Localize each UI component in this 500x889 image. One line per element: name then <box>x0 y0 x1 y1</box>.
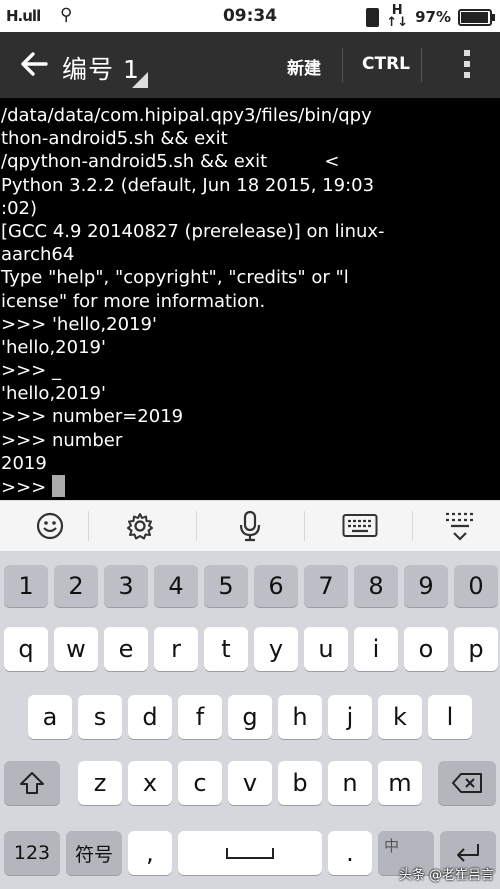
backspace-key[interactable] <box>438 761 496 805</box>
emoji-icon[interactable] <box>0 501 100 551</box>
key-0[interactable]: 0 <box>454 565 498 607</box>
key-8[interactable]: 8 <box>354 565 398 607</box>
key-9[interactable]: 9 <box>404 565 448 607</box>
key-h[interactable]: h <box>278 695 322 739</box>
period-key[interactable]: . <box>328 831 372 875</box>
status-right: H ↑↓ 97% <box>366 3 495 30</box>
terminal-line: Type "help", "copyright", "credits" or "… <box>1 267 349 289</box>
key-r[interactable]: r <box>154 627 198 671</box>
comma-key[interactable]: , <box>128 831 172 875</box>
terminal-line: :02) <box>1 197 37 219</box>
microphone-icon[interactable] <box>200 501 300 551</box>
key-z[interactable]: z <box>78 761 122 805</box>
symbols-key[interactable]: 符号 <box>66 831 122 875</box>
app-bar: 编号 1 新建 CTRL <box>0 32 500 98</box>
divider <box>421 48 422 82</box>
terminal-line: [GCC 4.9 20140827 (prerelease)] on linux… <box>1 220 385 242</box>
terminal-line: >>> number=2019 <box>1 406 184 428</box>
key-4[interactable]: 4 <box>154 565 198 607</box>
key-7[interactable]: 7 <box>304 565 348 607</box>
key-2[interactable]: 2 <box>54 565 98 607</box>
terminal-line: icense" for more information. <box>1 290 266 312</box>
key-5[interactable]: 5 <box>204 565 248 607</box>
key-g[interactable]: g <box>228 695 272 739</box>
prompt: >>> <box>1 477 47 498</box>
status-bar: H.ull ⚲ 09:34 H ↑↓ 97% <box>0 0 500 32</box>
key-y[interactable]: y <box>254 627 298 671</box>
terminal-line: 2019 <box>1 452 47 474</box>
soft-keyboard: 1234567890 qwertyuiop asdfghjkl zxcvbnm … <box>0 551 500 889</box>
key-c[interactable]: c <box>178 761 222 805</box>
terminal-line: 'hello,2019' <box>1 383 106 405</box>
key-x[interactable]: x <box>128 761 172 805</box>
key-f[interactable]: f <box>178 695 222 739</box>
battery-fill <box>461 11 489 23</box>
key-n[interactable]: n <box>328 761 372 805</box>
settings-gear-icon[interactable] <box>90 501 190 551</box>
terminal-line: /data/data/com.hipipal.qpy3/files/bin/qp… <box>1 105 372 126</box>
terminal-line: 'hello,2019' <box>1 336 106 358</box>
text-cursor <box>52 475 66 497</box>
key-q[interactable]: q <box>4 627 48 671</box>
terminal-prompt-line[interactable]: >>> <box>0 475 500 498</box>
keyboard-toolbar <box>0 500 500 551</box>
key-u[interactable]: u <box>304 627 348 671</box>
back-arrow-icon[interactable] <box>18 48 50 80</box>
terminal-output[interactable]: /data/data/com.hipipal.qpy3/files/bin/qp… <box>0 98 500 500</box>
key-i[interactable]: i <box>354 627 398 671</box>
key-o[interactable]: o <box>404 627 448 671</box>
key-123[interactable]: 123 <box>4 831 60 875</box>
keyboard-switch-icon[interactable] <box>310 501 410 551</box>
watermark: 头条 @老崔吕言 <box>398 868 494 883</box>
key-3[interactable]: 3 <box>104 565 148 607</box>
language-key-label: 中 <box>384 837 400 855</box>
key-a[interactable]: a <box>28 695 72 739</box>
key-p[interactable]: p <box>454 627 498 671</box>
space-key[interactable] <box>178 831 322 875</box>
key-t[interactable]: t <box>204 627 248 671</box>
key-e[interactable]: e <box>104 627 148 671</box>
terminal-line: >>> _ <box>1 360 61 382</box>
terminal-line: >>> 'hello,2019' <box>1 313 157 335</box>
session-title[interactable]: 编号 1 <box>62 50 140 86</box>
hide-keyboard-icon[interactable] <box>410 501 500 551</box>
terminal-line: thon-android5.sh && exit <box>1 128 228 150</box>
key-l[interactable]: l <box>428 695 472 739</box>
key-w[interactable]: w <box>54 627 98 671</box>
key-6[interactable]: 6 <box>254 565 298 607</box>
key-m[interactable]: m <box>378 761 422 805</box>
terminal-line: >>> number <box>1 429 123 451</box>
battery-percent: 97% <box>415 8 451 26</box>
terminal-line: /qpython-android5.sh && exit < <box>1 151 340 173</box>
key-s[interactable]: s <box>78 695 122 739</box>
key-b[interactable]: b <box>278 761 322 805</box>
terminal-line: Python 3.2.2 (default, Jun 18 2015, 19:0… <box>1 174 375 196</box>
saver-icon <box>366 7 380 27</box>
key-d[interactable]: d <box>128 695 172 739</box>
key-k[interactable]: k <box>378 695 422 739</box>
key-1[interactable]: 1 <box>4 565 48 607</box>
shift-key[interactable] <box>4 761 60 805</box>
divider <box>342 48 343 82</box>
key-j[interactable]: j <box>328 695 372 739</box>
terminal-lines: /data/data/com.hipipal.qpy3/files/bin/qp… <box>0 104 500 475</box>
battery-icon <box>458 8 495 26</box>
terminal-line: aarch64 <box>1 244 75 266</box>
new-button[interactable]: 新建 <box>287 54 321 79</box>
dropdown-corner-icon[interactable] <box>132 72 148 88</box>
overflow-menu-icon[interactable] <box>464 50 470 83</box>
ctrl-button[interactable]: CTRL <box>362 54 410 74</box>
network-indicator: H ↑↓ <box>386 3 409 30</box>
key-v[interactable]: v <box>228 761 272 805</box>
